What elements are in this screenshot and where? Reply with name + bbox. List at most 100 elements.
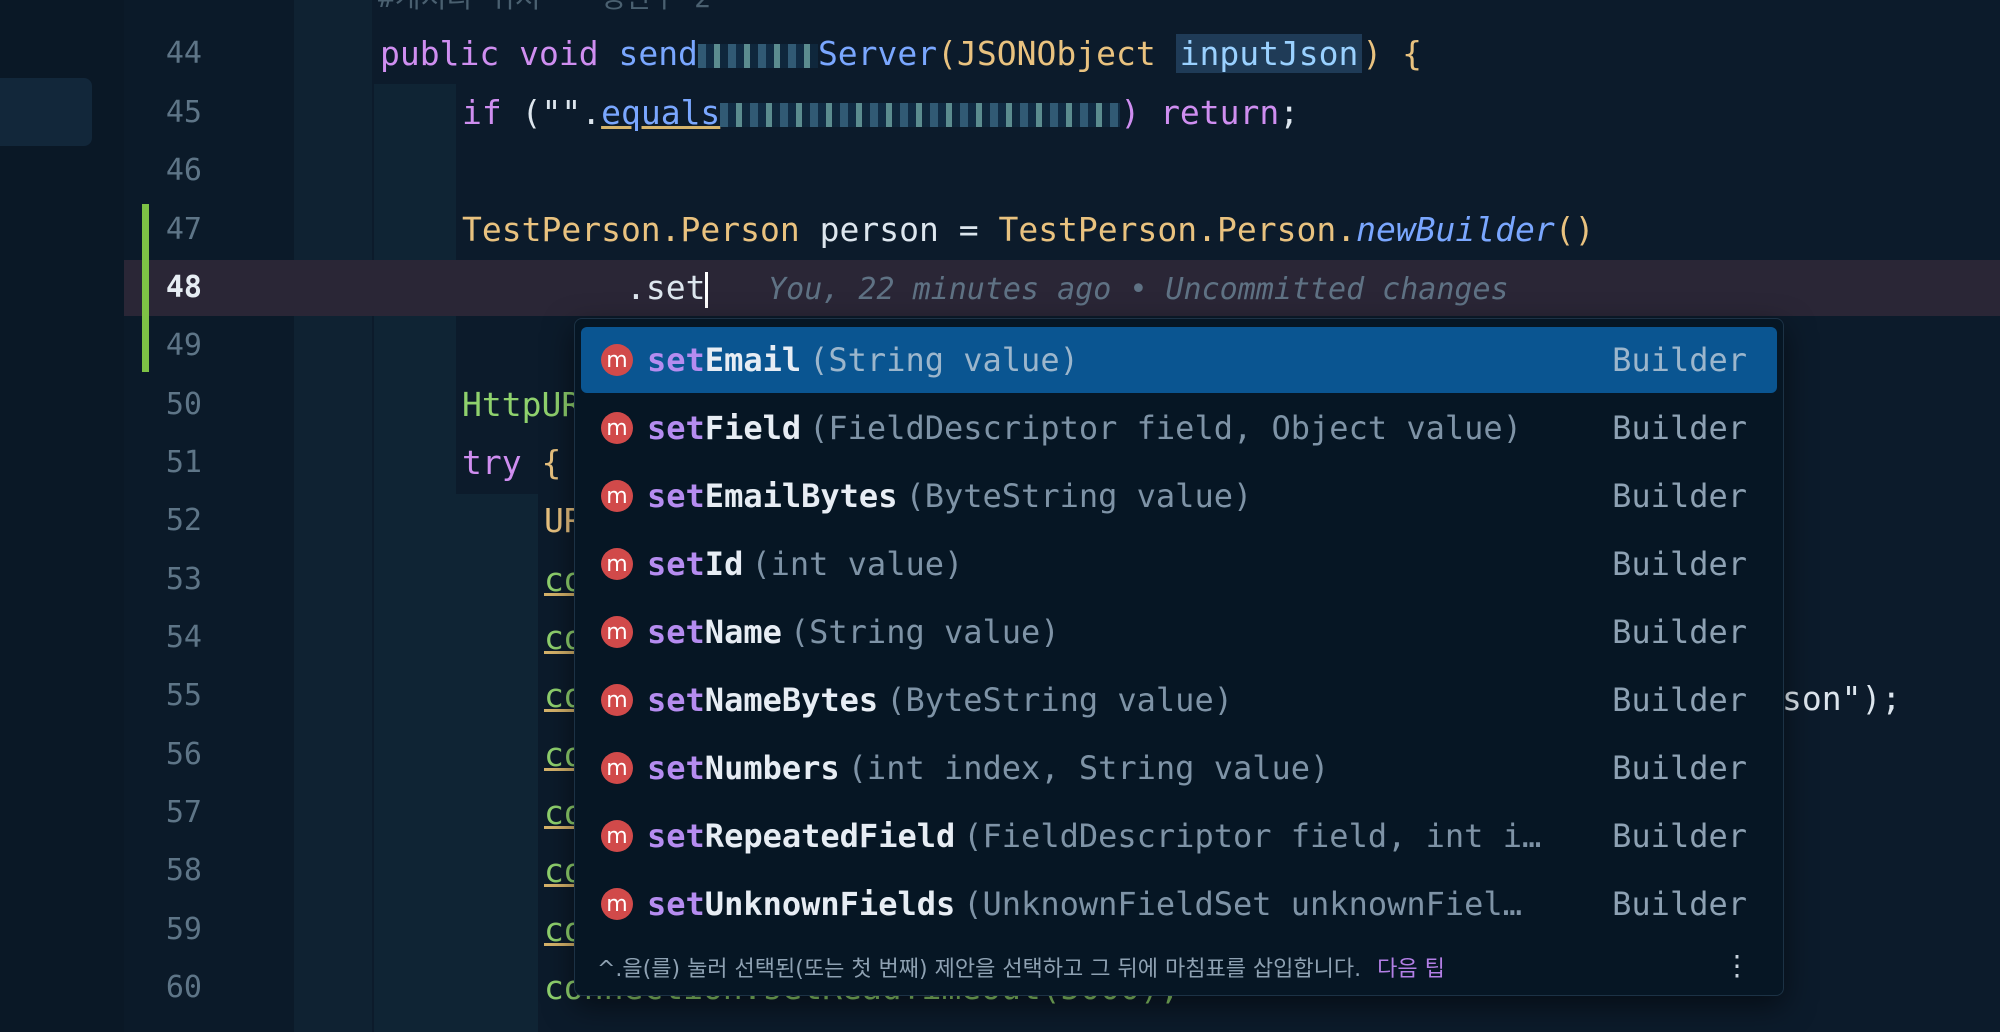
keyword: public <box>380 34 500 73</box>
completion-item[interactable]: m setRepeatedField (FieldDescriptor fiel… <box>581 803 1777 869</box>
type-name: TestPerson.Person. <box>998 210 1357 249</box>
completion-name: setNumbers <box>647 749 840 787</box>
method-call: newBuilder <box>1356 210 1555 249</box>
redacted-text <box>697 43 818 68</box>
method-icon: m <box>601 820 633 852</box>
line-number-active: 48 <box>165 270 202 305</box>
completion-prefix: set <box>647 409 705 447</box>
code-comment: #개처리 뒤처 ㅡ 정한수 2 <box>378 0 711 16</box>
code-line-51[interactable]: try { <box>462 434 561 492</box>
code-line-50[interactable]: HttpUR <box>462 376 581 434</box>
completion-prefix: set <box>647 613 705 651</box>
project-panel-strip <box>0 0 126 1032</box>
completion-params: (FieldDescriptor field, int i… <box>963 817 1542 855</box>
completion-item[interactable]: m setEmailBytes (ByteString value) Build… <box>581 463 1777 529</box>
keyword: void <box>519 34 599 73</box>
vcs-modified-marker[interactable] <box>142 204 149 372</box>
completion-rest: Name <box>704 613 782 651</box>
completion-rest: NameBytes <box>704 681 879 719</box>
next-tip-link[interactable]: 다음 팁 <box>1377 951 1445 983</box>
completion-params: (FieldDescriptor field, Object value) <box>809 409 1522 447</box>
completion-return-type: Builder <box>1612 477 1747 515</box>
line-number: 54 <box>165 620 202 655</box>
completion-rest: Field <box>704 409 802 447</box>
completion-rest: Numbers <box>704 749 840 787</box>
project-panel-selected-row[interactable] <box>0 78 92 146</box>
code-line-48[interactable]: .set You, 22 minutes ago • Uncommitted c… <box>626 259 1509 319</box>
completion-item-selected[interactable]: m setEmail (String value) Builder <box>581 327 1777 393</box>
completion-item[interactable]: m setName (String value) Builder <box>581 599 1777 665</box>
line-number: 59 <box>165 912 202 947</box>
indent-guide-block <box>374 84 456 1032</box>
punctuation: () <box>1554 210 1595 249</box>
keyword: return <box>1160 93 1280 132</box>
method-call: equals <box>601 93 721 132</box>
method-icon: m <box>601 548 633 580</box>
line-number: 53 <box>165 562 202 597</box>
code-line-44[interactable]: public void send Server(JSONObject inputJ… <box>380 25 1422 83</box>
completion-return-type: Builder <box>1612 613 1747 651</box>
autocomplete-footer: ^.을(를) 눌러 선택된(또는 첫 번째) 제안을 선택하고 그 뒤에 마침표… <box>597 947 1757 987</box>
completion-name: setId <box>647 545 743 583</box>
completion-return-type: Builder <box>1612 817 1747 855</box>
completion-params: (ByteString value) <box>886 681 1233 719</box>
line-number: 50 <box>165 387 202 422</box>
punctuation: ) <box>1120 93 1141 132</box>
line-number: 55 <box>165 678 202 713</box>
method-icon: m <box>601 412 633 444</box>
line-number: 51 <box>165 445 202 480</box>
indent-guide-block-inner <box>456 494 538 1032</box>
line-number: 52 <box>165 503 202 538</box>
method-name-suffix: Server <box>817 34 938 73</box>
keyword: if <box>462 93 502 132</box>
line-number: 58 <box>165 853 202 888</box>
line-number: 47 <box>165 212 202 247</box>
completion-params: (UnknownFieldSet unknownFiel… <box>963 885 1522 923</box>
line-number: 46 <box>165 153 202 188</box>
method-name: send <box>618 34 698 73</box>
method-icon: m <box>601 480 633 512</box>
completion-return-type: Builder <box>1612 409 1747 447</box>
code-line-47[interactable]: TestPerson.Person person = TestPerson.Pe… <box>462 201 1595 259</box>
completion-rest: UnknownFields <box>704 885 956 923</box>
completion-return-type: Builder <box>1612 681 1747 719</box>
completion-params: (int index, String value) <box>847 749 1330 787</box>
completion-return-type: Builder <box>1612 545 1747 583</box>
completion-item[interactable]: m setUnknownFields (UnknownFieldSet unkn… <box>581 871 1777 937</box>
completion-item[interactable]: m setField (FieldDescriptor field, Objec… <box>581 395 1777 461</box>
completion-item[interactable]: m setId (int value) Builder <box>581 531 1777 597</box>
autocomplete-popup[interactable]: m setEmail (String value) Builder m setF… <box>574 318 1784 996</box>
method-icon: m <box>601 616 633 648</box>
method-icon: m <box>601 684 633 716</box>
code-line-45[interactable]: if ("".equals) return; <box>462 84 1299 142</box>
line-number: 60 <box>165 970 202 1005</box>
completion-item[interactable]: m setNumbers (int index, String value) B… <box>581 735 1777 801</box>
punctuation: ; <box>1279 93 1300 132</box>
completion-rest: Id <box>704 545 744 583</box>
line-number: 56 <box>165 737 202 772</box>
keyword: try <box>462 443 522 482</box>
completion-name: setEmailBytes <box>647 477 897 515</box>
completion-prefix: set <box>647 341 705 379</box>
type-name: HttpUR <box>462 385 582 424</box>
method-icon: m <box>601 344 633 376</box>
variable-decl: person = <box>799 210 999 249</box>
text-caret <box>705 271 709 308</box>
completion-rest: RepeatedField <box>704 817 956 855</box>
completion-prefix: set <box>647 749 705 787</box>
completion-return-type: Builder <box>1612 885 1747 923</box>
fold-column <box>294 0 372 1032</box>
code-line-55-trailing: son"); <box>1782 679 1902 718</box>
method-icon: m <box>601 752 633 784</box>
completion-name: setField <box>647 409 801 447</box>
more-options-icon[interactable]: ⋮ <box>1723 949 1751 982</box>
completion-prefix: set <box>647 885 705 923</box>
completion-name: setName <box>647 613 782 651</box>
punctuation: ( <box>937 34 958 73</box>
punctuation: ) { <box>1362 34 1423 73</box>
parameter-highlighted: inputJson <box>1175 34 1363 73</box>
completion-prefix: set <box>647 681 705 719</box>
completion-item[interactable]: m setNameBytes (ByteString value) Builde… <box>581 667 1777 733</box>
completion-rest: Email <box>704 341 802 379</box>
footer-hint: ^.을(를) 눌러 선택된(또는 첫 번째) 제안을 선택하고 그 뒤에 마침표… <box>597 957 1362 982</box>
